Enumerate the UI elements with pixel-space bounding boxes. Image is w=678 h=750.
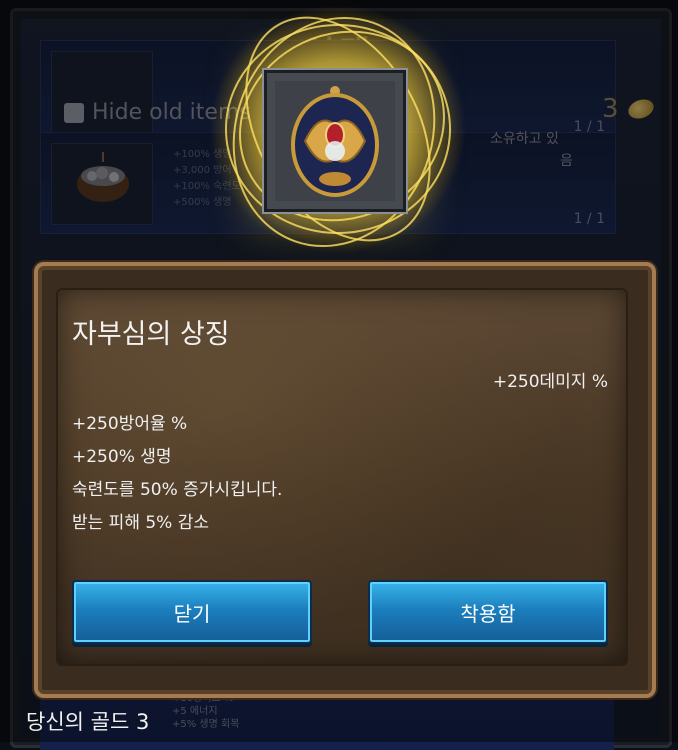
- item-stat: 숙련도를 50% 증가시킵니다.: [72, 480, 283, 500]
- item-stat-damage: +250데미지 %: [492, 372, 608, 392]
- item-icon-frame: [264, 70, 406, 212]
- item-stat: 받는 피해 5% 감소: [72, 513, 210, 533]
- item-stat: +250방어율 %: [72, 414, 188, 434]
- close-button[interactable]: 닫기: [72, 580, 312, 644]
- gold-label: 당신의 골드 3: [26, 710, 150, 734]
- item-name: 자부심의 상징: [72, 319, 230, 350]
- item-stats-list: +250방어율 % +250% 생명 숙련도를 50% 증가시킵니다. 받는 피…: [72, 408, 282, 540]
- item-stat: +250% 생명: [72, 447, 172, 467]
- equip-button[interactable]: 착용함: [368, 580, 608, 644]
- dragon-egg-amulet-icon: [291, 86, 379, 197]
